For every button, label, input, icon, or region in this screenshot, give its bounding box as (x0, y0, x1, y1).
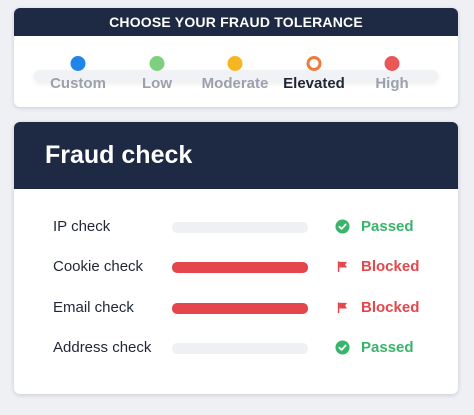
check-label: Cookie check (53, 258, 144, 275)
check-status: Blocked (361, 258, 420, 275)
check-bar (172, 303, 308, 314)
check-circle-icon (335, 340, 350, 355)
high-dot-icon (384, 56, 400, 71)
check-row-address: Address check Passed (14, 336, 458, 360)
check-bar (172, 343, 308, 354)
custom-dot-icon (70, 56, 86, 71)
fraud-tolerance-title: CHOOSE YOUR FRAUD TOLERANCE (14, 8, 458, 36)
check-label: Email check (53, 299, 134, 316)
flag-icon (335, 300, 350, 315)
fraud-check-card: Fraud check IP check Passed Cookie check… (14, 122, 458, 394)
check-row-cookie: Cookie check Blocked (14, 255, 458, 279)
tolerance-option-label: High (375, 75, 409, 92)
check-row-email: Email check Blocked (14, 296, 458, 320)
check-row-ip: IP check Passed (14, 215, 458, 239)
check-bar (172, 262, 308, 273)
check-status: Blocked (361, 299, 420, 316)
flag-icon (335, 259, 350, 274)
elevated-dot-icon (306, 56, 322, 71)
fraud-check-title: Fraud check (14, 122, 458, 189)
check-status: Passed (361, 339, 414, 356)
low-dot-icon (149, 56, 165, 71)
check-circle-icon (335, 219, 350, 234)
check-label: IP check (53, 218, 111, 235)
check-bar (172, 222, 308, 233)
check-label: Address check (53, 339, 152, 356)
fraud-tolerance-card: CHOOSE YOUR FRAUD TOLERANCE Custom Low M… (14, 8, 458, 107)
check-status: Passed (361, 218, 414, 235)
tolerance-options: Custom Low Moderate Elevated High (14, 56, 458, 106)
moderate-dot-icon (227, 56, 243, 71)
